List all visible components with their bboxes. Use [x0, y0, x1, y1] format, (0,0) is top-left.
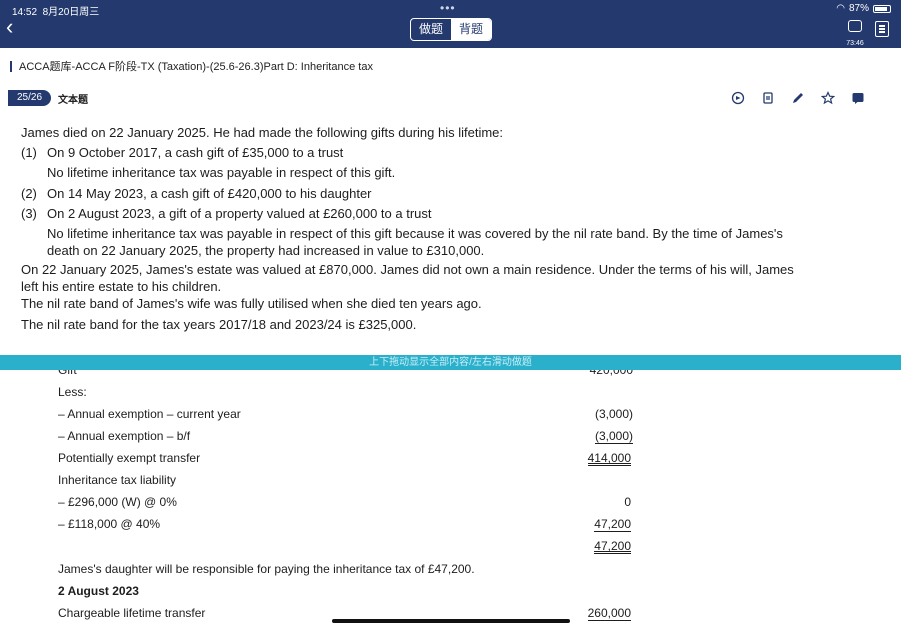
item-note: No lifetime inheritance tax was payable … [47, 226, 783, 258]
split-drag-handle[interactable]: 上下拖动显示全部内容/左右滑动做题 [0, 355, 901, 370]
question-number-badge: 25/26 [8, 90, 51, 106]
top-navigation-bar: 14:52 8月20日周三 ••• ◠ 87% ‹ 做题 背题 73:46 [0, 0, 901, 48]
answer-row-value: 47,200 [594, 517, 631, 532]
clock-date: 8月20日周三 [42, 7, 100, 18]
item-number: (1) [21, 145, 37, 160]
question-intro: James died on 22 January 2025. He had ma… [21, 125, 504, 140]
edit-note-icon[interactable] [791, 91, 805, 105]
question-type: 文本题 [58, 95, 88, 106]
timer-value: 73:46 [846, 40, 864, 47]
answer-panel[interactable]: Gift 420,000 Less: – Annual exemption – … [0, 370, 901, 629]
answer-row-label: Less: [58, 385, 87, 399]
answer-row-label: – £296,000 (W) @ 0% [58, 495, 177, 509]
star-icon[interactable] [820, 91, 836, 105]
question-paragraph: The nil rate band of James's wife was fu… [21, 296, 482, 311]
feedback-icon[interactable] [851, 91, 865, 105]
drag-hint-text: 上下拖动显示全部内容/左右滑动做题 [369, 357, 532, 368]
item-text: On 2 August 2023, a gift of a property v… [47, 206, 432, 221]
answer-row-label: – Annual exemption – b/f [58, 429, 191, 443]
item-text: On 9 October 2017, a cash gift of £35,00… [47, 145, 344, 160]
answer-row-label: James's daughter will be responsible for… [58, 562, 475, 576]
mode-switch: 做题 背题 [410, 18, 492, 41]
audio-icon[interactable] [731, 91, 745, 105]
question-header: 25/26 文本题 [0, 88, 901, 110]
home-indicator[interactable] [332, 619, 570, 623]
status-indicators: ◠ 87% [836, 3, 891, 14]
copy-icon[interactable] [761, 91, 775, 105]
question-paragraph: On 22 January 2025, James's estate was v… [21, 262, 794, 294]
answer-row-label: Gift [58, 370, 77, 377]
back-icon[interactable]: ‹ [6, 16, 26, 40]
tab-review[interactable]: 背题 [451, 19, 491, 40]
breadcrumb-marker [10, 60, 12, 72]
item-number: (3) [21, 206, 37, 221]
timer-button[interactable]: 73:46 [843, 20, 867, 50]
item-number: (2) [21, 186, 37, 201]
item-text: On 14 May 2023, a cash gift of £420,000 … [47, 186, 372, 201]
answer-row-value: 420,000 [589, 370, 633, 377]
battery-percent: 87% [848, 3, 869, 14]
answer-sheet-icon[interactable] [875, 21, 889, 37]
answer-section-heading: 2 August 2023 [58, 584, 139, 598]
answer-row-value: (3,000) [594, 407, 633, 421]
wifi-icon: ◠ [836, 3, 845, 14]
breadcrumb: ACCA题库-ACCA F阶段-TX (Taxation)-(25.6-26.3… [10, 58, 373, 74]
answer-row-label: – Annual exemption – current year [58, 407, 241, 421]
answer-row-label: – £118,000 @ 40% [58, 517, 161, 531]
timer-icon [848, 20, 862, 32]
answer-row-label: Inheritance tax liability [58, 473, 177, 487]
answer-row-value: (3,000) [594, 429, 633, 444]
tab-practice[interactable]: 做题 [411, 19, 451, 40]
battery-icon [873, 4, 891, 13]
answer-row-label: Chargeable lifetime transfer [58, 606, 206, 620]
item-note: No lifetime inheritance tax was payable … [47, 165, 396, 180]
multitask-dots-icon[interactable]: ••• [440, 1, 456, 15]
answer-row-value: 260,000 [587, 606, 631, 621]
breadcrumb-text: ACCA题库-ACCA F阶段-TX (Taxation)-(25.6-26.3… [19, 61, 373, 73]
answer-row-value: 414,000 [587, 451, 631, 466]
answer-row-value: 0 [624, 495, 631, 509]
answer-row-total: 47,200 [594, 539, 631, 554]
question-paragraph: The nil rate band for the tax years 2017… [21, 317, 417, 332]
answer-row-label: Potentially exempt transfer [58, 451, 201, 465]
